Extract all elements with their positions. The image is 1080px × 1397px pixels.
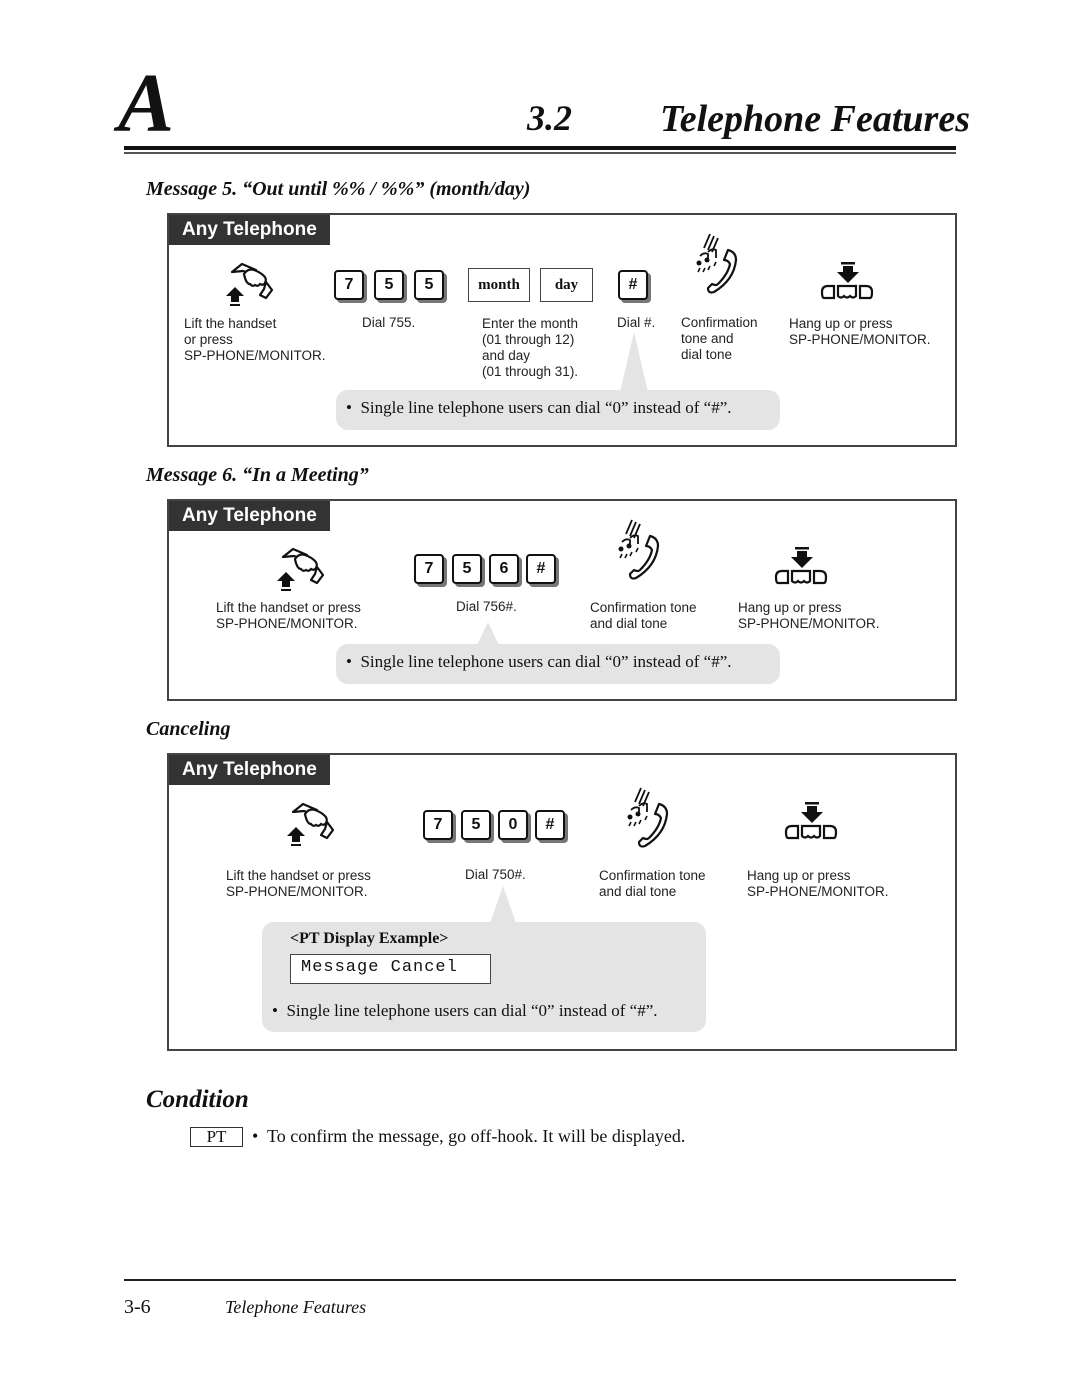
dial-key: 7 xyxy=(334,270,364,300)
month-key: month xyxy=(468,268,530,302)
chapter-letter: A xyxy=(118,57,175,150)
header-rule xyxy=(124,146,956,150)
note-text: • Single line telephone users can dial “… xyxy=(346,398,732,417)
any-telephone-badge: Any Telephone xyxy=(169,755,330,785)
hang-up-icon xyxy=(784,800,838,840)
section-heading-canceling: Canceling xyxy=(146,718,231,740)
dial-key: 7 xyxy=(414,554,444,584)
caption-hang-up: Hang up or press SP-PHONE/MONITOR. xyxy=(738,600,880,631)
pt-tag: PT xyxy=(190,1127,243,1147)
confirmation-tone-icon xyxy=(617,518,660,580)
caption-lift-handset: Lift the handset or press SP-PHONE/MONIT… xyxy=(184,316,326,363)
section-heading-message-6: Message 6. “In a Meeting” xyxy=(146,464,369,486)
caption-lift-handset: Lift the handset or press SP-PHONE/MONIT… xyxy=(216,600,361,631)
caption-lift-handset: Lift the handset or press SP-PHONE/MONIT… xyxy=(226,868,371,899)
caption-dial: Dial 755. xyxy=(362,315,416,330)
dial-key: 5 xyxy=(461,810,491,840)
hash-key: # xyxy=(535,810,565,840)
caption-confirmation: Confirmation tone and dial tone xyxy=(599,868,706,899)
footer-title: Telephone Features xyxy=(225,1297,367,1317)
any-telephone-badge: Any Telephone xyxy=(169,501,330,531)
caption-dial-hash: Dial #. xyxy=(617,315,656,330)
footer-rule xyxy=(124,1279,956,1281)
bullet: • xyxy=(272,1001,278,1020)
caption-hang-up: Hang up or press SP-PHONE/MONITOR. xyxy=(789,316,931,347)
display-example-label: <PT Display Example> xyxy=(290,930,449,947)
caption-enter-date: Enter the month (01 through 12) and day … xyxy=(482,316,579,379)
bullet: • xyxy=(346,652,352,671)
condition-heading: Condition xyxy=(146,1086,249,1113)
note-pointer xyxy=(620,332,648,392)
lift-handset-icon xyxy=(275,547,325,593)
caption-confirmation: Confirmation tone and dial tone xyxy=(681,315,758,362)
header-rule-thin xyxy=(124,152,956,154)
lcd-display: Message Cancel xyxy=(290,954,491,984)
dial-key: 5 xyxy=(374,270,404,300)
day-key: day xyxy=(540,268,593,302)
confirmation-tone-icon xyxy=(695,232,738,294)
hang-up-icon xyxy=(820,260,874,300)
dial-key: 6 xyxy=(489,554,519,584)
section-number: 3.2 xyxy=(527,98,572,138)
caption-hang-up: Hang up or press SP-PHONE/MONITOR. xyxy=(747,868,889,899)
caption-dial: Dial 750#. xyxy=(465,867,526,882)
any-telephone-badge: Any Telephone xyxy=(169,215,330,245)
section-title: Telephone Features xyxy=(660,98,970,140)
lift-handset-icon xyxy=(224,262,274,308)
hash-key: # xyxy=(618,270,648,300)
note-pointer xyxy=(489,886,517,926)
dial-key: 7 xyxy=(423,810,453,840)
page-number: 3-6 xyxy=(124,1296,151,1318)
note-text: • Single line telephone users can dial “… xyxy=(272,1001,658,1020)
hash-key: # xyxy=(526,554,556,584)
condition-text: • To confirm the message, go off-hook. I… xyxy=(252,1126,686,1146)
section-heading-message-5: Message 5. “Out until %% / %%” (month/da… xyxy=(146,178,531,200)
dial-key: 5 xyxy=(452,554,482,584)
dial-key: 5 xyxy=(414,270,444,300)
caption-dial: Dial 756#. xyxy=(456,599,517,614)
bullet: • xyxy=(346,398,352,417)
lift-handset-icon xyxy=(285,802,335,848)
hang-up-icon xyxy=(774,545,828,585)
caption-confirmation: Confirmation tone and dial tone xyxy=(590,600,697,631)
bullet: • xyxy=(252,1126,259,1146)
dial-key: 0 xyxy=(498,810,528,840)
confirmation-tone-icon xyxy=(626,786,669,848)
note-text: • Single line telephone users can dial “… xyxy=(346,652,732,671)
